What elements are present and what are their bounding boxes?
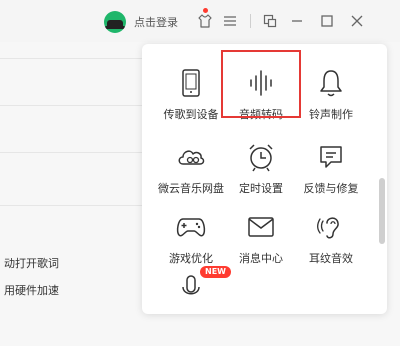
minimize-icon[interactable] xyxy=(288,12,306,30)
setting-label[interactable]: 动打开歌词 xyxy=(4,255,59,271)
tool-transfer-to-device[interactable]: 传歌到设备 xyxy=(151,60,231,134)
tool-label: 传歌到设备 xyxy=(163,108,219,121)
notification-dot xyxy=(203,8,208,13)
bell-icon xyxy=(314,66,348,100)
cloud-disk-icon xyxy=(174,140,208,174)
ear-icon xyxy=(314,210,348,244)
new-badge: NEW xyxy=(200,266,231,278)
phone-icon xyxy=(174,66,208,100)
tool-label: 定时设置 xyxy=(239,182,283,195)
tool-cloud-disk[interactable]: 微云音乐网盘 xyxy=(151,134,231,208)
divider xyxy=(0,58,150,59)
menu-icon[interactable] xyxy=(221,12,239,30)
mail-icon xyxy=(244,210,278,244)
tool-microphone[interactable] xyxy=(151,272,231,346)
tool-label: 铃声制作 xyxy=(309,108,353,121)
audio-convert-icon xyxy=(244,66,278,100)
divider xyxy=(0,105,150,106)
divider xyxy=(0,205,150,206)
setting-label[interactable]: 用硬件加速 xyxy=(4,282,59,298)
tool-message-center[interactable]: 消息中心 xyxy=(221,204,301,278)
tool-label: 音频转码 xyxy=(239,108,283,121)
tool-timer[interactable]: 定时设置 xyxy=(221,134,301,208)
titlebar-divider xyxy=(250,14,251,28)
tool-audio-convert[interactable]: 音频转码 xyxy=(221,60,301,134)
tool-label: 微云音乐网盘 xyxy=(158,182,224,195)
skin-icon[interactable] xyxy=(196,12,214,30)
mini-mode-icon[interactable] xyxy=(261,12,279,30)
tool-ringtone[interactable]: 铃声制作 xyxy=(291,60,371,134)
tool-label: 耳纹音效 xyxy=(309,252,353,265)
close-icon[interactable] xyxy=(348,12,366,30)
maximize-icon[interactable] xyxy=(318,12,336,30)
tool-label: 反馈与修复 xyxy=(303,182,359,195)
title-bar: 点击登录 xyxy=(0,0,400,42)
scrollbar[interactable] xyxy=(379,178,385,244)
tool-label: 消息中心 xyxy=(239,252,283,265)
gamepad-icon xyxy=(174,210,208,244)
feedback-icon xyxy=(314,140,348,174)
divider xyxy=(0,152,150,153)
login-link[interactable]: 点击登录 xyxy=(134,14,178,30)
alarm-clock-icon xyxy=(244,140,278,174)
tool-feedback[interactable]: 反馈与修复 xyxy=(291,134,371,208)
tool-label: 游戏优化 xyxy=(169,252,213,265)
avatar-icon[interactable] xyxy=(104,11,126,33)
tool-ear-print[interactable]: 耳纹音效 xyxy=(291,204,371,278)
